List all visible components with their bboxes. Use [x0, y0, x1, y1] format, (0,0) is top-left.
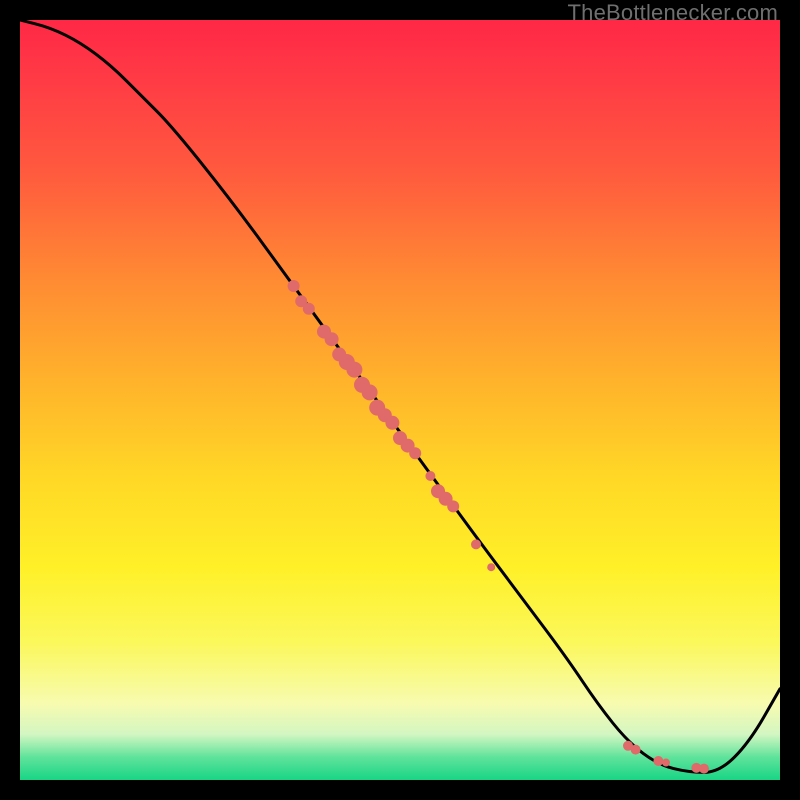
- chart-point: [303, 303, 315, 315]
- chart-points: [288, 280, 709, 774]
- chart-svg: [20, 20, 780, 780]
- chart-point: [409, 447, 421, 459]
- chart-point: [385, 416, 399, 430]
- chart-point: [662, 759, 670, 767]
- chart-curve: [20, 20, 780, 772]
- plot-area: [20, 20, 780, 780]
- chart-point: [362, 384, 378, 400]
- chart-point: [325, 332, 339, 346]
- chart-point: [487, 563, 495, 571]
- chart-point: [471, 539, 481, 549]
- chart-point: [447, 500, 459, 512]
- chart-point: [288, 280, 300, 292]
- chart-point: [346, 362, 362, 378]
- chart-point: [631, 745, 641, 755]
- chart-stage: TheBottlenecker.com: [0, 0, 800, 800]
- chart-point: [425, 471, 435, 481]
- chart-point: [699, 764, 709, 774]
- chart-point: [653, 756, 663, 766]
